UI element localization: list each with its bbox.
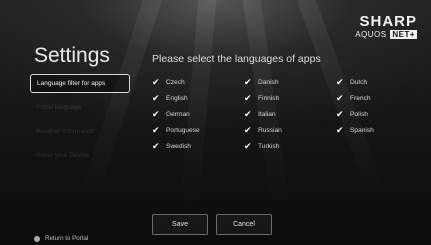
language-label: Finnish [258, 95, 280, 102]
menu-item-weather-information[interactable]: Weather information [30, 122, 130, 141]
language-option-german[interactable]: ✔ German [152, 109, 244, 120]
menu-item-language-filter[interactable]: Language filter for apps [30, 74, 130, 93]
action-buttons: Save Cancel [152, 214, 272, 235]
brand-badge: NET+ [390, 30, 417, 39]
instruction-text: Please select the languages of apps [152, 53, 321, 65]
language-option-russian[interactable]: ✔ Russian [244, 125, 336, 136]
language-option-czech[interactable]: ✔ Czech [152, 77, 244, 88]
check-icon: ✔ [152, 109, 160, 119]
check-icon: ✔ [244, 77, 252, 87]
check-icon: ✔ [336, 125, 344, 135]
check-icon: ✔ [152, 141, 160, 151]
language-label: Swedish [166, 143, 191, 150]
language-label: German [166, 111, 190, 118]
check-icon: ✔ [336, 109, 344, 119]
language-option-polish[interactable]: ✔ Polish [336, 109, 422, 120]
check-icon: ✔ [152, 93, 160, 103]
check-icon: ✔ [244, 109, 252, 119]
cancel-button[interactable]: Cancel [216, 214, 272, 235]
language-label: French [350, 95, 371, 102]
check-icon: ✔ [336, 93, 344, 103]
language-option-french[interactable]: ✔ French [336, 93, 422, 104]
language-label: Turkish [258, 143, 280, 150]
language-label: Danish [258, 79, 279, 86]
check-icon: ✔ [152, 77, 160, 87]
settings-menu: Language filter for apps Portal language… [30, 74, 130, 170]
language-label: English [166, 95, 188, 102]
brand-name: SHARP [359, 13, 417, 30]
brand-model-line: AQUOS NET+ [355, 30, 417, 39]
return-to-portal-label: Return to Portal [45, 235, 89, 242]
save-button[interactable]: Save [152, 214, 208, 235]
language-option-finnish[interactable]: ✔ Finnish [244, 93, 336, 104]
language-option-turkish[interactable]: ✔ Turkish [244, 141, 336, 152]
language-option-italian[interactable]: ✔ Italian [244, 109, 336, 120]
check-icon: ✔ [244, 125, 252, 135]
language-label: Spanish [350, 127, 374, 134]
language-label: Dutch [350, 79, 368, 86]
language-label: Czech [166, 79, 185, 86]
language-label: Portuguese [166, 127, 200, 134]
language-option-swedish[interactable]: ✔ Swedish [152, 141, 244, 152]
page-title: Settings [34, 44, 110, 67]
dot-icon [34, 235, 40, 242]
language-option-dutch[interactable]: ✔ Dutch [336, 77, 422, 88]
check-icon: ✔ [244, 93, 252, 103]
menu-item-portal-language[interactable]: Portal language [30, 98, 130, 117]
check-icon: ✔ [152, 125, 160, 135]
brand-model: AQUOS [355, 30, 387, 39]
menu-item-reset-device[interactable]: Reset your Device [30, 146, 130, 165]
check-icon: ✔ [336, 77, 344, 87]
brand-logo: SHARP AQUOS NET+ [355, 14, 417, 39]
language-option-english[interactable]: ✔ English [152, 93, 244, 104]
language-option-portuguese[interactable]: ✔ Portuguese [152, 125, 244, 136]
settings-screen: SHARP AQUOS NET+ Settings Language filte… [0, 0, 431, 245]
language-option-danish[interactable]: ✔ Danish [244, 77, 336, 88]
language-label: Polish [350, 111, 368, 118]
language-label: Russian [258, 127, 282, 134]
language-label: Italian [258, 111, 276, 118]
check-icon: ✔ [244, 141, 252, 151]
return-to-portal[interactable]: Return to Portal [34, 235, 88, 242]
language-option-spanish[interactable]: ✔ Spanish [336, 125, 422, 136]
language-grid: ✔ Czech ✔ Danish ✔ Dutch ✔ English ✔ Finnish … [152, 77, 422, 152]
